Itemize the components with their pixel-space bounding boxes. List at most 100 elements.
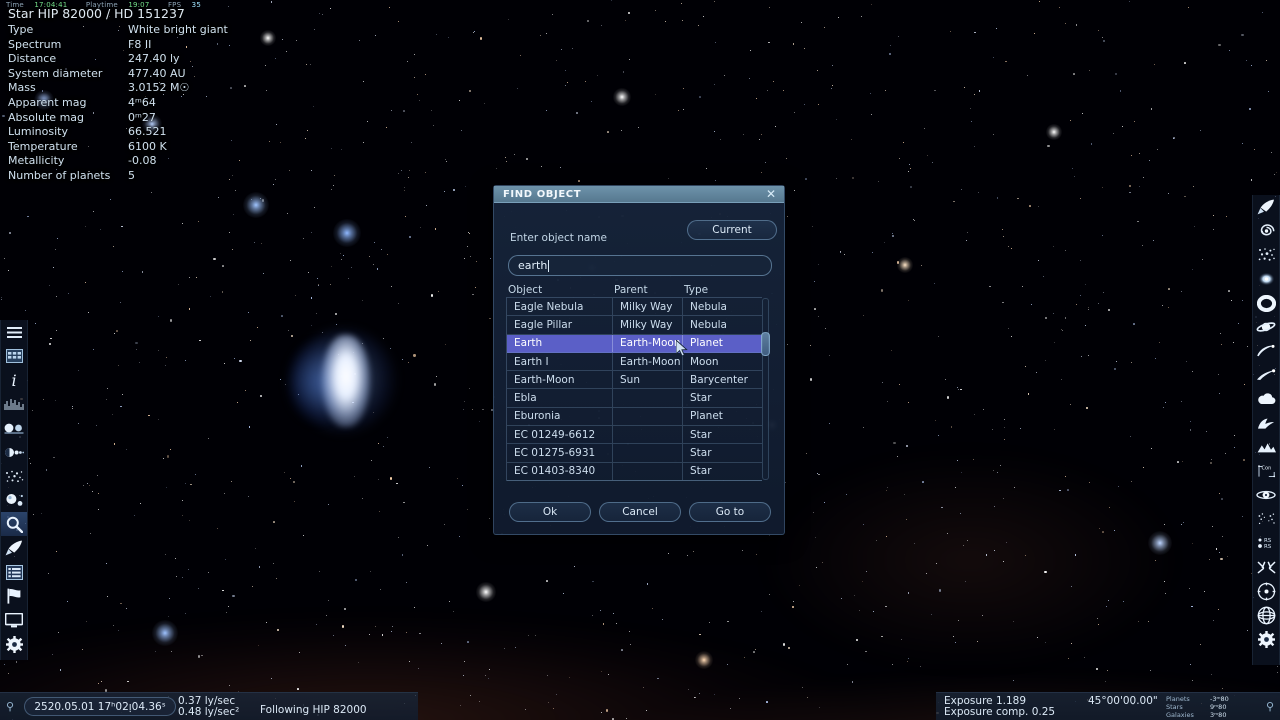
table-row[interactable]: Eagle Pillar Milky Way Nebula [507,316,762,335]
info-key: Metallicity [8,154,65,168]
toolbar-item-grid-toggle[interactable] [1253,603,1279,627]
terrain-icon [1257,441,1276,453]
cell-object: EC 01249-6612 [507,426,613,444]
dialog-titlebar[interactable]: FIND OBJECT [494,186,784,203]
object-search-value: earth [518,259,548,272]
toolbar-item-comets-toggle[interactable] [1253,363,1279,387]
cell-object: Earth [507,334,613,352]
top-status-value-2: 35 [191,1,201,9]
table-row[interactable]: Eagle Nebula Milky Way Nebula [507,298,762,317]
toolbar-item-display[interactable] [1,608,27,632]
toolbar-item-aurora-toggle[interactable] [1253,411,1279,435]
toolbar-item-orbits-toggle[interactable] [1253,339,1279,363]
nebula-core [322,335,370,427]
toolbar-item-nebulae-toggle[interactable] [1253,267,1279,291]
table-row[interactable]: Earth I Earth-Moon Moon [507,352,762,372]
toolbar-item-terrain-toggle[interactable] [1253,435,1279,459]
exposure-comp-readout: Exposure comp. 0.25 [944,706,1056,718]
info-key: Type [8,23,34,36]
toolbar-item-markers-toggle[interactable]: RS RS [1253,531,1279,555]
toolbar-item-rays-toggle[interactable] [1253,555,1279,579]
info-row: System diameter 477.40 AU [8,67,228,82]
ok-button[interactable]: Ok [509,502,591,522]
info-row: Absolute mag 0ᵐ27 [8,111,228,126]
cell-parent [613,444,683,462]
toolbar-item-solar-system[interactable] [1,488,27,512]
nebula-object[interactable] [288,325,408,435]
toolbar-item-spacecraft[interactable] [1,536,27,560]
results-scrollbar-track[interactable] [762,298,769,480]
toolbar-item-spacecraft-toggle[interactable] [1253,195,1279,219]
cluster-icon [1257,247,1276,263]
location-pin-icon-right: ⚲ [1265,700,1274,713]
ok-button-label: Ok [542,506,558,518]
toolbar-item-labels-toggle[interactable] [1253,507,1279,531]
table-row[interactable]: Ebla Star [507,389,762,408]
close-icon[interactable]: ✕ [765,188,777,200]
toolbar-item-object-info[interactable]: i [1,368,27,392]
toolbar-item-settings[interactable] [1253,627,1279,651]
info-key: System diameter [8,66,103,80]
toolbar-item-target-toggle[interactable] [1253,579,1279,603]
goto-button[interactable]: Go to [689,502,771,522]
cell-type: Star [690,465,712,478]
cell-parent: Milky Way [613,316,683,334]
info-key: Spectrum [8,37,62,51]
datetime-field[interactable]: 2520.05.01 17ʰ02ᴉ04.36ˢ [24,697,176,716]
toolbar-item-settings[interactable] [1,632,27,656]
table-row[interactable]: EC 01275-6931 Star [507,444,762,463]
toolbar-item-galaxies-toggle[interactable] [1253,219,1279,243]
current-button[interactable]: Current [687,220,777,240]
toolbar-item-ecliptic-grid-toggle[interactable] [1253,483,1279,507]
bottom-right-status-bar: Exposure 1.189 Exposure comp. 0.25 45°00… [936,692,1280,720]
toolbar-item-star-browser[interactable] [1,464,27,488]
info-key: Absolute mag [8,110,85,124]
toolbar-item-find-object[interactable] [1,512,27,536]
magnitude-label: Planets [1166,695,1190,703]
toolbar-item-object-list[interactable] [1,560,27,584]
cell-object: EC 01275-6931 [507,444,613,462]
info-value: F8 II [128,37,152,51]
table-row[interactable]: Earth-Moon Sun Barycenter [507,371,762,390]
toolbar-item-spectrum[interactable] [1,392,27,416]
table-row[interactable]: Earth Earth-Moon Planet [507,334,762,353]
toolbar-item-main-menu[interactable] [1,320,27,344]
cell-parent [613,407,683,426]
info-value: 477.40 AU [128,66,186,80]
info-value: 3.0152 M☉ [128,81,190,95]
cell-object: Earth I [507,352,613,371]
toolbar-item-phases[interactable] [1,440,27,464]
toolbar-item-star-clusters-toggle[interactable] [1253,243,1279,267]
toolbar-item-planets[interactable] [1,416,27,440]
table-row[interactable]: EC 01249-6612 Star [507,426,762,445]
cell-parent: Earth-Moon [613,334,683,352]
table-row[interactable]: EC 01403-8340 Star [507,462,762,481]
location-pin-icon: ⚲ [6,700,15,713]
column-header-object: Object [508,284,543,296]
toolbar-item-planets-toggle[interactable] [1253,315,1279,339]
results-scrollbar-thumb[interactable] [761,332,770,356]
info-value: -0.08 [128,154,157,168]
search-results-list[interactable]: Eagle Nebula Milky Way Nebula Eagle Pillar M… [506,297,762,481]
toolbar-item-clouds-toggle[interactable] [1253,387,1279,411]
cancel-button[interactable]: Cancel [599,502,681,522]
globe-grid-icon [1257,606,1276,625]
right-toolbar: Con RS RS [1252,195,1280,665]
gear-icon [5,635,23,653]
info-row: Temperature 6100 K [8,140,228,155]
svg-text:RS: RS [1264,544,1272,550]
magnitude-label: Galaxies [1166,711,1194,720]
magnitude-limits-readout: Planets -3ᵐ80 Stars 9ᵐ80 Galaxies 3ᵐ80 [1166,695,1229,720]
cell-object: Eagle Pillar [507,316,613,334]
constellation-icon: Con [1257,463,1276,479]
ring-nebula-icon [1256,294,1276,312]
toolbar-item-constellations-toggle[interactable]: Con [1253,459,1279,483]
info-key: Distance [8,52,57,66]
toolbar-item-planetary-nebulae-toggle[interactable] [1253,291,1279,315]
magnitude-row: Planets -3ᵐ80 [1166,695,1229,703]
target-icon [1257,582,1276,601]
toolbar-item-date-time[interactable] [1,344,27,368]
object-search-input[interactable]: earth [508,255,772,276]
toolbar-item-bookmarks[interactable] [1,584,27,608]
table-row[interactable]: Eburonia Planet [507,407,762,427]
